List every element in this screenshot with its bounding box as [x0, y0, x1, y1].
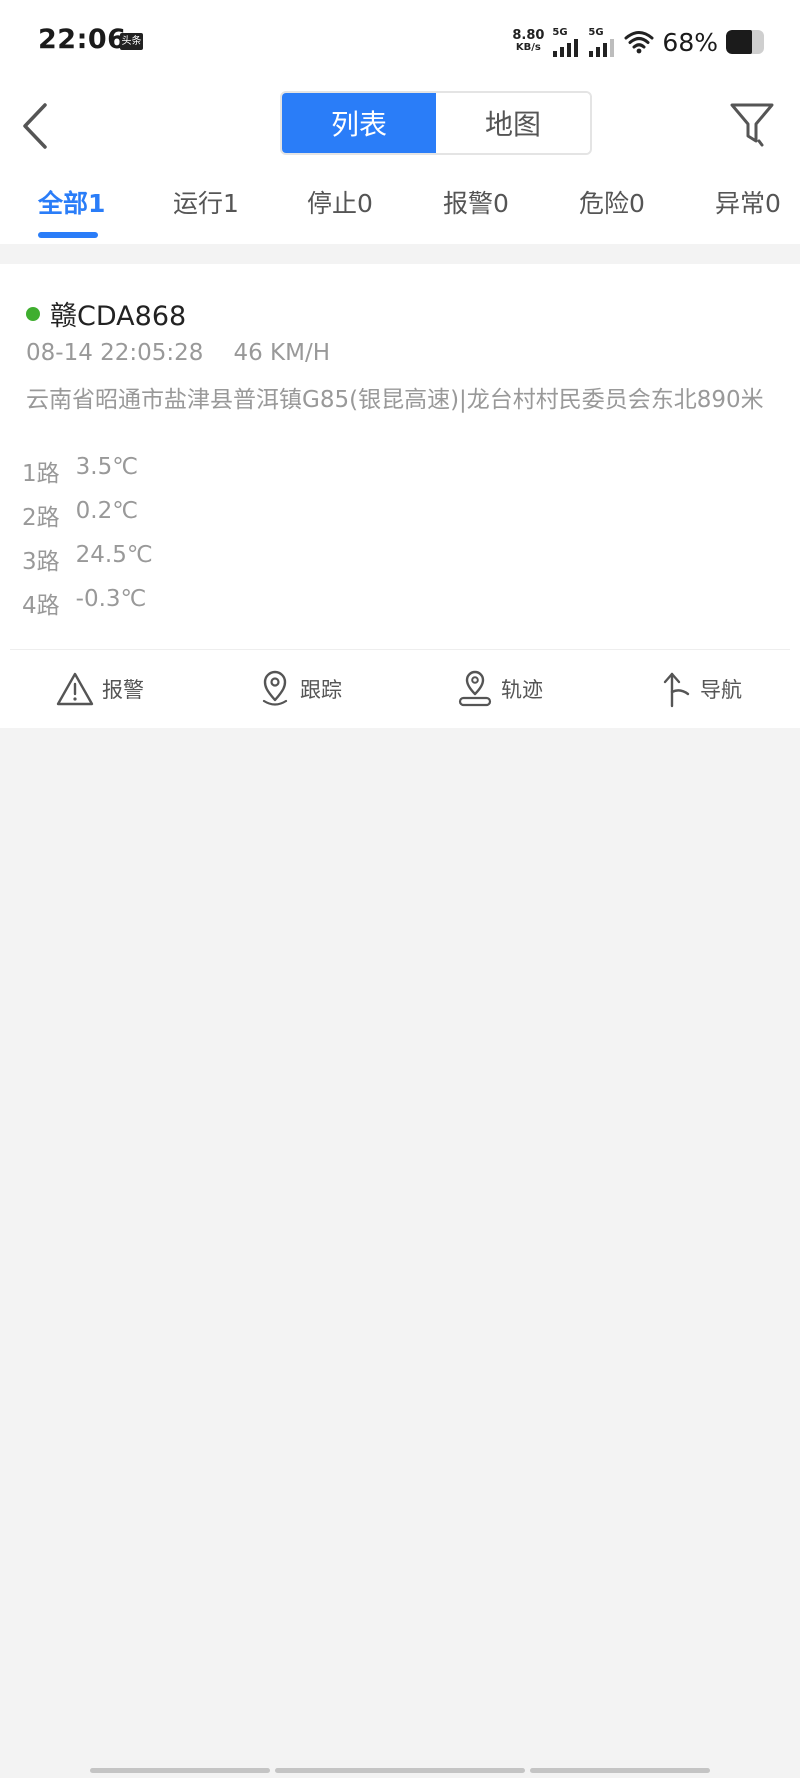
toutiao-notification-icon: 头条: [120, 33, 143, 50]
sim1-network-type: 5G: [552, 26, 568, 38]
trajectory-label: 轨迹: [501, 678, 543, 702]
temperature-row: 3路 24.5℃: [22, 542, 153, 576]
status-indicators: 8.80 KB/s 5G 5G 68%: [512, 22, 764, 62]
speed: 46 KM/H: [233, 340, 331, 366]
temperature-row: 4路 -0.3℃: [22, 586, 146, 620]
battery-percent: 68%: [662, 27, 718, 57]
home-indicator: [90, 1768, 270, 1773]
navigate-button[interactable]: 导航: [600, 650, 800, 728]
tab-danger[interactable]: 危险0: [579, 184, 645, 234]
wifi-icon: [624, 31, 654, 54]
temperature-value: -0.3℃: [75, 586, 147, 612]
track-pin-icon: [458, 670, 492, 707]
temperature-channel: 2路: [22, 505, 60, 531]
tab-stopped[interactable]: 停止0: [307, 184, 373, 234]
chevron-left-icon: [23, 103, 47, 149]
vehicle-meta: 08-14 22:05:28 46 KM/H: [26, 340, 330, 366]
sim1-signal-icon: 5G: [552, 27, 580, 58]
temperature-channel: 4路: [22, 593, 60, 619]
temperature-value: 0.2℃: [75, 498, 139, 524]
network-speed-value: 8.80: [512, 28, 545, 43]
track-label: 跟踪: [300, 678, 342, 702]
tab-running[interactable]: 运行1: [173, 184, 239, 234]
tab-abnormal[interactable]: 异常0: [715, 184, 781, 234]
temperature-channel: 3路: [22, 549, 60, 575]
tab-all[interactable]: 全部1: [38, 184, 105, 234]
view-switcher: 列表 地图: [280, 91, 592, 155]
status-bar: 22:06 头条 8.80 KB/s 5G 5G 68%: [0, 0, 800, 84]
location-pin-icon: [262, 670, 288, 706]
navigation-arrow-icon: [663, 672, 690, 708]
temperature-value: 3.5℃: [75, 454, 139, 480]
vehicle-header: 赣CDA868: [26, 294, 186, 333]
home-indicator: [275, 1768, 525, 1773]
track-button[interactable]: 跟踪: [200, 650, 400, 728]
battery-icon: [726, 30, 764, 54]
filter-button[interactable]: [726, 96, 778, 152]
home-indicator: [530, 1768, 710, 1773]
network-speed-unit: KB/s: [515, 42, 541, 53]
plate-number: 赣CDA868: [50, 301, 187, 332]
header: 列表 地图 全部1 运行1 停止0 报警0 危险0 异常0: [0, 84, 800, 244]
temperature-channel: 1路: [22, 461, 60, 487]
alarm-button[interactable]: 报警: [0, 650, 200, 728]
sim2-network-type: 5G: [588, 26, 604, 38]
status-tabs: 全部1 运行1 停止0 报警0 危险0 异常0: [0, 184, 800, 244]
map-view-tab[interactable]: 地图: [436, 93, 590, 153]
temperature-row: 1路 3.5℃: [22, 454, 138, 488]
status-dot: [26, 306, 40, 321]
filter-icon: [730, 103, 774, 147]
list-view-tab[interactable]: 列表: [282, 93, 436, 153]
clock: 22:06: [38, 24, 127, 55]
temperature-value: 24.5℃: [75, 542, 153, 568]
tab-alarm[interactable]: 报警0: [443, 184, 509, 234]
vehicle-actions: 报警 跟踪 轨迹 导航: [0, 650, 800, 728]
network-speed: 8.80 KB/s: [512, 28, 545, 54]
temperature-row: 2路 0.2℃: [22, 498, 138, 532]
address: 云南省昭通市盐津县普洱镇G85(银昆高速)|龙台村村民委员会东北890米: [26, 387, 764, 413]
sim2-signal-icon: 5G: [588, 27, 616, 58]
vehicle-card[interactable]: 赣CDA868 08-14 22:05:28 46 KM/H 云南省昭通市盐津县…: [0, 264, 800, 728]
navigate-label: 导航: [700, 678, 742, 702]
back-button[interactable]: [14, 96, 58, 156]
alarm-label: 报警: [102, 678, 144, 702]
timestamp: 08-14 22:05:28: [26, 340, 204, 366]
page: 22:06 头条 8.80 KB/s 5G 5G 68% 列表 地图 全部1 运…: [0, 0, 800, 1778]
warning-triangle-icon: [56, 672, 94, 706]
active-tab-indicator: [38, 232, 98, 238]
battery-fill: [726, 30, 752, 54]
trajectory-button[interactable]: 轨迹: [400, 650, 600, 728]
